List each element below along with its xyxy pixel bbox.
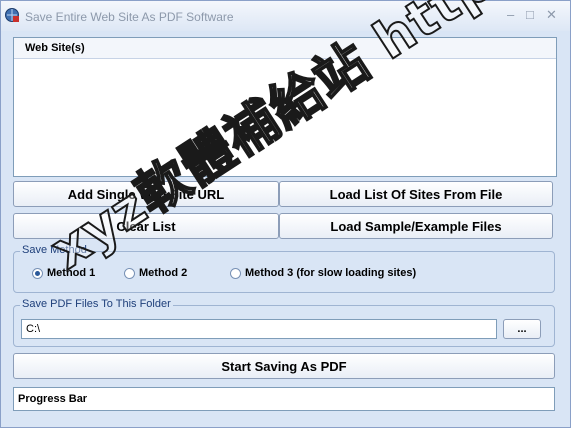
save-folder-title: Save PDF Files To This Folder: [20, 298, 173, 310]
minimize-button[interactable]: –: [507, 8, 514, 22]
method-3-radio[interactable]: Method 3 (for slow loading sites): [230, 267, 416, 279]
close-button[interactable]: ✕: [546, 8, 557, 22]
load-list-button[interactable]: Load List Of Sites From File: [279, 181, 553, 207]
maximize-button[interactable]: □: [526, 8, 534, 22]
window-title: Save Entire Web Site As PDF Software: [25, 10, 234, 24]
start-saving-button[interactable]: Start Saving As PDF: [13, 353, 555, 379]
progress-bar: Progress Bar: [13, 387, 555, 411]
radio-unselected-icon: [230, 267, 241, 279]
progress-bar-label: Progress Bar: [18, 393, 88, 405]
browse-folder-button[interactable]: ...: [503, 319, 541, 339]
method-3-label: Method 3 (for slow loading sites): [245, 267, 417, 279]
website-list-header-label: Web Site(s): [25, 42, 85, 54]
method-2-radio[interactable]: Method 2: [124, 267, 187, 279]
save-folder-input[interactable]: [21, 319, 497, 339]
radio-selected-icon: [32, 267, 43, 279]
load-sample-button[interactable]: Load Sample/Example Files: [279, 213, 553, 239]
radio-unselected-icon: [124, 267, 135, 279]
method-2-label: Method 2: [139, 267, 188, 279]
app-icon: [5, 8, 19, 22]
